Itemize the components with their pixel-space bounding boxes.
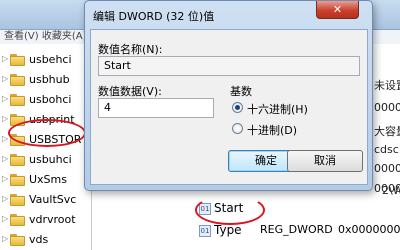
close-button[interactable]: ✕ — [316, 1, 359, 19]
expand-arrow-icon[interactable]: ▷ — [2, 54, 8, 63]
dialog-body: 数值名称(N): Start 数值数据(V): 4 基数 十六进制(H) 十进制… — [90, 29, 368, 185]
value-data-fragment: 0000000 — [374, 101, 400, 114]
tree-item-label: usbhub — [29, 73, 70, 86]
reg-dword-icon: 01 — [199, 225, 211, 237]
value-type: REG_DWORD — [260, 223, 333, 236]
tree-item-label: usbuhci — [29, 153, 72, 166]
radio-unselected-icon — [232, 123, 243, 134]
expand-arrow-icon[interactable]: ▷ — [2, 134, 8, 143]
radio-hexadecimal[interactable]: 十六进制(H) — [232, 100, 352, 116]
value-data-fragment: 2\W — [382, 184, 400, 197]
edit-dword-dialog: 编辑 DWORD (32 位)值 ✕ 数值名称(N): Start 数值数据(V… — [84, 0, 373, 191]
value-data: 0x0000000 — [338, 223, 400, 236]
folder-icon — [10, 94, 25, 106]
tree-item-label: vds — [29, 233, 49, 246]
value-data-fragment: 未设置 — [374, 79, 400, 92]
folder-icon — [10, 174, 25, 186]
expand-arrow-icon[interactable]: ▷ — [2, 174, 8, 183]
folder-icon — [10, 194, 25, 206]
registry-values-pane-fragment: 未设置 0000000 大容量 cdsc.i 0000000 0000000 — [372, 44, 400, 204]
tree-item-usbhub[interactable]: ▷ usbhub — [0, 70, 92, 90]
tree-item-label: VaultSvc — [29, 193, 77, 206]
registry-key-tree: ▷ usbehci ▷ usbhub ▷ usbohci ▷ usbprint … — [0, 44, 92, 250]
cancel-button[interactable]: 取消 — [287, 150, 363, 172]
folder-icon — [10, 154, 25, 166]
expand-arrow-icon[interactable]: ▷ — [2, 214, 8, 223]
radio-label: 十进制(D) — [247, 124, 298, 137]
tree-item-vaultsvc[interactable]: ▷ VaultSvc — [0, 190, 92, 210]
value-row-type[interactable]: 01 Type REG_DWORD 0x0000000 — [199, 222, 400, 242]
value-name-label: 数值名称(N): — [98, 43, 163, 56]
expand-arrow-icon[interactable]: ▷ — [2, 114, 8, 123]
tree-item-usbehci[interactable]: ▷ usbehci — [0, 50, 92, 70]
folder-icon — [10, 74, 25, 86]
value-data-fragment: cdsc.i — [374, 143, 400, 156]
expand-arrow-icon[interactable]: ▷ — [2, 194, 8, 203]
expand-arrow-icon[interactable]: ▷ — [2, 234, 8, 243]
highlight-circle-start — [195, 195, 265, 225]
tree-item-usbohci[interactable]: ▷ usbohci — [0, 90, 92, 110]
folder-icon — [10, 234, 25, 246]
tree-item-label: UxSms — [29, 173, 67, 186]
folder-icon — [10, 214, 25, 226]
value-name-field[interactable]: Start — [98, 56, 360, 76]
value-data-fragment: 大容量 — [374, 125, 400, 138]
tree-item-usbuhci[interactable]: ▷ usbuhci — [0, 150, 92, 170]
radio-label: 十六进制(H) — [247, 103, 308, 116]
dialog-title: 编辑 DWORD (32 位)值 — [93, 10, 215, 23]
tree-item-vds[interactable]: ▷ vds — [0, 230, 92, 250]
value-data-label: 数值数据(V): — [98, 85, 162, 98]
tree-item-label: usbehci — [29, 53, 72, 66]
radio-decimal[interactable]: 十进制(D) — [232, 121, 352, 137]
tree-item-uxsms[interactable]: ▷ UxSms — [0, 170, 92, 190]
value-name: Type — [214, 223, 242, 237]
tree-item-label: usbohci — [29, 93, 72, 106]
value-data-fragment: 0000000 — [374, 162, 400, 175]
tree-item-label: vdrvroot — [29, 213, 76, 226]
expand-arrow-icon[interactable]: ▷ — [2, 74, 8, 83]
base-group-label: 基数 — [230, 85, 252, 98]
value-data-field[interactable]: 4 — [98, 98, 214, 118]
close-icon: ✕ — [332, 3, 343, 16]
radio-selected-icon — [232, 102, 243, 113]
tree-item-vdrvroot[interactable]: ▷ vdrvroot — [0, 210, 92, 230]
folder-icon — [10, 54, 25, 66]
highlight-circle-usbstor — [8, 119, 86, 147]
expand-arrow-icon[interactable]: ▷ — [2, 94, 8, 103]
expand-arrow-icon[interactable]: ▷ — [2, 154, 8, 163]
